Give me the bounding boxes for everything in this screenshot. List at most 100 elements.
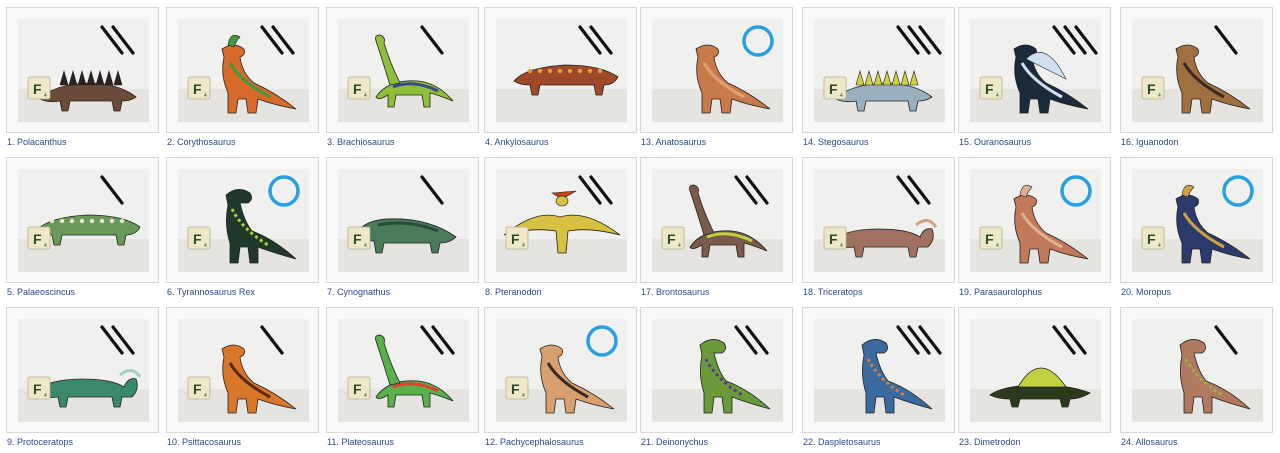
thumbnail-link[interactable]: F4 [958, 7, 1111, 133]
dinosaur-photo: F4 [338, 19, 469, 122]
dinosaur-figure-svg: F4 [178, 325, 309, 422]
thumbnail-caption-link[interactable]: 13. Anatosaurus [641, 137, 706, 147]
tally-slash-marks [578, 175, 613, 205]
scrabble-tile-f: F4 [505, 226, 529, 250]
thumbnail-caption-link[interactable]: 21. Deinonychus [641, 437, 708, 447]
thumbnail-link[interactable] [1120, 307, 1273, 433]
scrabble-tile-f: F4 [347, 76, 371, 100]
thumbnail-caption-link[interactable]: 17. Brontosaurus [641, 287, 710, 297]
svg-text:4: 4 [840, 243, 843, 249]
dinosaur-gallery: F 4 1. Polacanthus F 4 2. Corythosaurus F 4 3. B… [6, 7, 1276, 452]
dinosaur-photo [814, 319, 945, 422]
thumbnail-caption-link[interactable]: 8. Pteranodon [485, 287, 542, 297]
tally-slash-marks [420, 325, 455, 355]
thumbnail-caption-link[interactable]: 7. Cynognathus [327, 287, 390, 297]
gallery-item: F 4 11. Plateosaurus [326, 307, 481, 450]
tally-slash-marks [896, 25, 942, 55]
thumbnail-link[interactable]: F4 [484, 157, 637, 283]
tally-slash-marks [734, 325, 769, 355]
thumbnail-link[interactable]: F4 [166, 7, 319, 133]
gallery-item: F 4 14. Stegosaurus [802, 7, 957, 150]
thumbnail-caption-link[interactable]: 14. Stegosaurus [803, 137, 869, 147]
dinosaur-figure-svg: F4 [652, 175, 783, 272]
dinosaur-figure-svg: F4 [18, 325, 149, 422]
thumbnail-link[interactable]: F4 [166, 157, 319, 283]
dinosaur-figure-svg: F4 [814, 25, 945, 122]
thumbnail-link[interactable]: F4 [802, 7, 955, 133]
gallery-item: F 4 15. Ouranosaurus [958, 7, 1113, 150]
dinosaur-photo: F4 [814, 19, 945, 122]
tally-slash-marks [578, 25, 613, 55]
dinosaur-photo: F4 [18, 19, 149, 122]
svg-text:F: F [1147, 81, 1156, 97]
svg-text:4: 4 [996, 93, 999, 99]
thumbnail-caption-link[interactable]: 5. Palaeoscincus [7, 287, 75, 297]
thumbnail-link[interactable]: F4 [6, 7, 159, 133]
thumbnail-caption-link[interactable]: 23. Dimetrodon [959, 437, 1021, 447]
gallery-item: F 4 19. Parasaurolophus [958, 157, 1113, 300]
blue-circle-mark [1060, 175, 1092, 207]
thumbnail-caption-link[interactable]: 11. Plateosaurus [327, 437, 394, 447]
thumbnail-caption-link[interactable]: 1. Polacanthus [7, 137, 67, 147]
thumbnail-link[interactable]: F4 [802, 157, 955, 283]
tally-slash-marks [100, 325, 135, 355]
svg-text:4: 4 [678, 243, 681, 249]
gallery-item: F 4 1. Polacanthus [6, 7, 161, 150]
thumbnail-caption-link[interactable]: 10. Psittacosaurus [167, 437, 241, 447]
thumbnail-caption-link[interactable]: 19. Parasaurolophus [959, 287, 1042, 297]
thumbnail-caption-link[interactable]: 24. Allosaurus [1121, 437, 1178, 447]
tally-slash-marks [896, 175, 931, 205]
tally-slash-marks [260, 25, 295, 55]
tally-slash-marks [420, 25, 444, 55]
thumbnail-caption-link[interactable]: 18. Triceratops [803, 287, 863, 297]
gallery-item: F 4 12. Pachycephalosaurus [484, 307, 639, 450]
gallery-item: F 4 5. Palaeoscincus [6, 157, 161, 300]
thumbnail-link[interactable]: F4 [326, 307, 479, 433]
gallery-item: 21. Deinonychus [640, 307, 795, 450]
thumbnail-link[interactable]: F4 [6, 307, 159, 433]
dinosaur-photo: F4 [496, 319, 627, 422]
thumbnail-caption-link[interactable]: 4. Ankylosaurus [485, 137, 549, 147]
thumbnail-caption-link[interactable]: 12. Pachycephalosaurus [485, 437, 584, 447]
gallery-item: F 4 7. Cynognathus [326, 157, 481, 300]
dinosaur-figure-svg: F4 [338, 325, 469, 422]
thumbnail-link[interactable]: F4 [326, 157, 479, 283]
thumbnail-link[interactable]: F4 [166, 307, 319, 433]
thumbnail-link[interactable] [958, 307, 1111, 433]
thumbnail-caption-link[interactable]: 15. Ouranosaurus [959, 137, 1031, 147]
thumbnail-link[interactable]: F4 [640, 157, 793, 283]
svg-text:4: 4 [204, 243, 207, 249]
thumbnail-caption-link[interactable]: 20. Moropus [1121, 287, 1171, 297]
thumbnail-link[interactable]: F4 [958, 157, 1111, 283]
dinosaur-figure-svg [1132, 325, 1263, 422]
thumbnail-link[interactable] [640, 7, 793, 133]
scrabble-tile-f: F4 [347, 226, 371, 250]
scrabble-tile-f: F4 [27, 376, 51, 400]
thumbnail-caption-link[interactable]: 16. Iguanodon [1121, 137, 1179, 147]
thumbnail-link[interactable]: F4 [326, 7, 479, 133]
gallery-item: F 4 10. Psittacosaurus [166, 307, 321, 450]
thumbnail-link[interactable] [484, 7, 637, 133]
thumbnail-caption-link[interactable]: 22. Daspletosaurus [803, 437, 881, 447]
thumbnail-link[interactable] [802, 307, 955, 433]
thumbnail-caption-link[interactable]: 2. Corythosaurus [167, 137, 236, 147]
svg-text:F: F [193, 81, 202, 97]
thumbnail-caption-link[interactable]: 9. Protoceratops [7, 437, 73, 447]
svg-text:F: F [193, 231, 202, 247]
tally-slash-marks [1214, 25, 1238, 55]
thumbnail-link[interactable]: F4 [1120, 7, 1273, 133]
gallery-item: F 4 2. Corythosaurus [166, 7, 321, 150]
scrabble-tile-f: F4 [823, 226, 847, 250]
thumbnail-link[interactable]: F4 [6, 157, 159, 283]
dinosaur-photo: F4 [18, 169, 149, 272]
svg-text:F: F [353, 231, 362, 247]
dinosaur-figure-svg: F4 [1132, 175, 1263, 272]
scrabble-tile-f: F4 [187, 226, 211, 250]
thumbnail-caption-link[interactable]: 3. Brachiosaurus [327, 137, 395, 147]
thumbnail-link[interactable]: F4 [484, 307, 637, 433]
thumbnail-link[interactable]: F4 [1120, 157, 1273, 283]
gallery-item: 24. Allosaurus [1120, 307, 1275, 450]
thumbnail-link[interactable] [640, 307, 793, 433]
svg-text:F: F [353, 81, 362, 97]
thumbnail-caption-link[interactable]: 6. Tyrannosaurus Rex [167, 287, 255, 297]
